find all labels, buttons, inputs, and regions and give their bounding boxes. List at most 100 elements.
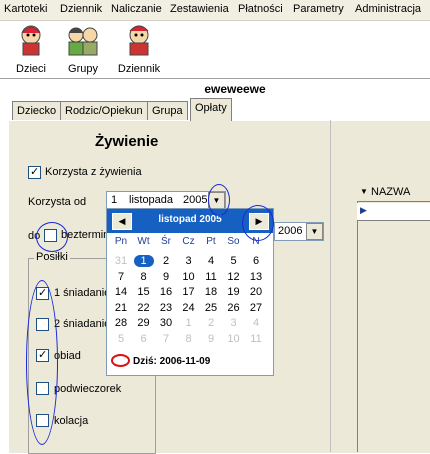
calendar-day[interactable]: 20 [246,286,266,298]
calendar-day[interactable]: 4 [201,255,221,267]
dzieci-label: Dzieci [16,63,46,75]
today-label: Dziś: 2006-11-09 [133,356,211,367]
menu-bar: Kartoteki Dziennik Naliczanie Zestawieni… [0,0,430,21]
calendar-day[interactable]: 19 [224,286,244,298]
tab-dziecko[interactable]: Dziecko [12,101,62,120]
korzysta-od-label: Korzysta od [28,196,87,208]
calendar-day[interactable]: 15 [134,286,154,298]
calendar-day[interactable]: 3 [179,255,199,267]
meal-label: podwieczorek [54,383,122,395]
tab-rodzic-opiekun[interactable]: Rodzic/Opiekun [60,101,148,120]
tab-oplaty[interactable]: Opłaty [190,98,232,121]
dziennik-button[interactable]: Dziennik [112,23,166,75]
menu-platnosci[interactable]: Płatności [238,3,283,15]
calendar-day[interactable]: 28 [111,317,131,329]
calendar-day[interactable]: 2 [156,255,176,267]
calendar-day[interactable]: 12 [224,271,244,283]
calendar-day[interactable]: 10 [224,333,244,345]
grupy-button[interactable]: Grupy [56,23,110,75]
today-row[interactable]: Dziś: 2006-11-09 [107,353,273,371]
calendar-day[interactable]: 6 [246,255,266,267]
calendar-day[interactable]: 11 [246,333,266,345]
calendar-day[interactable]: 1 [179,317,199,329]
menu-parametry[interactable]: Parametry [293,3,344,15]
dzieci-button[interactable]: Dzieci [4,23,58,75]
weekday-header: So [227,236,240,247]
annotation-oval [208,184,230,216]
calendar-day[interactable]: 30 [156,317,176,329]
grid-column-nazwa[interactable]: NAZWA [371,186,410,198]
calendar-day[interactable]: 18 [201,286,221,298]
calendar-day[interactable]: 23 [156,302,176,314]
calendar-day[interactable]: 2 [201,317,221,329]
calendar-day[interactable]: 9 [201,333,221,345]
calendar-day[interactable]: 11 [201,271,221,283]
calendar-day[interactable]: 8 [179,333,199,345]
calendar-day[interactable]: 17 [179,286,199,298]
table-row[interactable]: ▶ [357,203,430,221]
annotation-oval [26,280,58,445]
calendar-day[interactable]: 5 [111,333,131,345]
calendar-day[interactable]: 6 [134,333,154,345]
menu-dziennik[interactable]: Dziennik [60,3,102,15]
row-indicator-icon: ▼ [360,187,368,196]
tab-grupa[interactable]: Grupa [147,101,188,120]
bezterminowo-label: beztermin [61,229,110,241]
weekday-header: Wt [137,236,150,247]
journal-icon [129,25,149,56]
weekday-header: Pn [114,236,128,247]
end-year-value: 2006 [278,225,303,237]
calendar-day[interactable]: 31 [111,255,131,267]
meal-label: obiad [54,350,81,362]
calendar-day[interactable]: 26 [224,302,244,314]
today-marker-icon [111,354,130,367]
menu-naliczanie[interactable]: Naliczanie [111,3,162,15]
calendar-day[interactable]: 1 [133,255,154,267]
dziennik-label: Dziennik [117,63,161,75]
calendar-day[interactable]: 3 [224,317,244,329]
weekday-header: Pt [206,236,216,247]
date-year: 2005 [183,194,208,206]
calendar-day[interactable]: 7 [156,333,176,345]
calendar-day[interactable]: 5 [224,255,244,267]
calendar-day[interactable]: 29 [134,317,154,329]
calendar-day[interactable]: 21 [111,302,131,314]
calendar-day[interactable]: 22 [134,302,154,314]
check-mark-icon: ✓ [30,166,40,178]
korzysta-label: Korzysta z żywienia [45,166,142,178]
record-title: eweweewe [204,82,266,96]
group-icon [68,27,98,56]
date-day: 1 [111,194,118,206]
meal-label: 2 śniadanie [54,318,111,330]
chevron-down-icon[interactable]: ▼ [306,223,323,240]
calendar-day[interactable]: 13 [246,271,266,283]
calendar-day[interactable]: 14 [111,286,131,298]
calendar-day[interactable]: 9 [156,271,176,283]
calendar-day[interactable]: 7 [111,271,131,283]
data-grid [357,184,430,452]
menu-zestawienia[interactable]: Zestawienia [170,3,229,15]
calendar-day[interactable]: 8 [134,271,154,283]
toolbar-separator [0,78,430,79]
meal-label: 1 śniadanie [54,287,111,299]
calendar-day[interactable]: 24 [179,302,199,314]
meal-label: kolacja [54,415,89,427]
weekday-header: Cz [182,236,195,247]
grupy-label: Grupy [68,63,98,75]
section-title: Żywienie [95,133,159,150]
calendar-day[interactable]: 25 [201,302,221,314]
weekday-header: Śr [161,236,171,247]
korzysta-checkbox[interactable]: ✓ [28,166,41,179]
grid-header: ▼ NAZWA [357,184,430,202]
menu-kartoteki[interactable]: Kartoteki [4,3,47,15]
date-month: listopada [129,194,174,206]
calendar-day[interactable]: 4 [246,317,266,329]
calendar-day[interactable]: 10 [179,271,199,283]
menu-administracja[interactable]: Administracja [355,3,421,15]
end-year-combo[interactable]: 2006 ▼ [274,222,324,241]
calendar-day[interactable]: 16 [156,286,176,298]
panel-divider [330,120,331,452]
calendar-day[interactable]: 27 [246,302,266,314]
annotation-oval [36,222,68,252]
child-icon [21,25,41,56]
